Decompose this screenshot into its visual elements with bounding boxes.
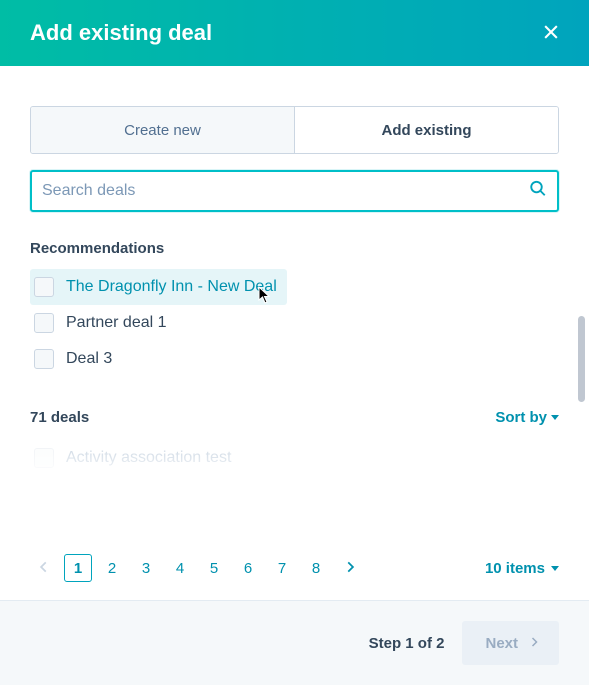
pager-page-button[interactable]: 7: [268, 554, 296, 582]
recommendation-item[interactable]: Partner deal 1: [30, 305, 559, 341]
chevron-right-icon: [343, 560, 357, 577]
checkbox[interactable]: [34, 448, 54, 468]
step-indicator: Step 1 of 2: [369, 635, 445, 652]
pager-page-button[interactable]: 2: [98, 554, 126, 582]
pager-prev-button[interactable]: [30, 554, 58, 582]
dialog-body: Create new Add existing Recommendations …: [0, 66, 589, 600]
search-icon: [529, 180, 547, 203]
pagination: 1 2 3 4 5 6 7 8: [30, 554, 364, 582]
next-button-label: Next: [485, 635, 518, 652]
close-button[interactable]: [537, 19, 565, 47]
chevron-left-icon: [37, 560, 51, 577]
dialog-title: Add existing deal: [30, 20, 212, 46]
deals-count-label: 71 deals: [30, 409, 89, 426]
search-input[interactable]: [30, 170, 559, 212]
dialog-header: Add existing deal: [0, 0, 589, 66]
tab-create-new[interactable]: Create new: [31, 107, 295, 153]
items-per-page-dropdown[interactable]: 10 items: [485, 560, 559, 577]
recommendations-list: The Dragonfly Inn - New Deal Partner dea…: [30, 269, 559, 377]
pager-page-button[interactable]: 1: [64, 554, 92, 582]
recommendation-label: The Dragonfly Inn - New Deal: [66, 278, 277, 296]
recommendations-heading: Recommendations: [30, 240, 559, 257]
caret-down-icon: [551, 415, 559, 420]
scrollbar-thumb[interactable]: [578, 316, 585, 402]
recommendation-item[interactable]: The Dragonfly Inn - New Deal: [30, 269, 287, 305]
pager-page-button[interactable]: 5: [200, 554, 228, 582]
deals-list-peek: Activity association test: [30, 448, 559, 488]
deals-header-row: 71 deals Sort by: [30, 409, 559, 426]
deal-item[interactable]: Activity association test: [30, 448, 559, 468]
tab-add-existing[interactable]: Add existing: [295, 107, 558, 153]
recommendation-label: Partner deal 1: [66, 314, 167, 332]
sort-by-dropdown[interactable]: Sort by: [495, 409, 559, 426]
pagination-row: 1 2 3 4 5 6 7 8 10 items: [30, 554, 559, 582]
checkbox[interactable]: [34, 349, 54, 369]
caret-down-icon: [551, 566, 559, 571]
dialog-footer: Step 1 of 2 Next: [0, 600, 589, 685]
add-existing-deal-dialog: Add existing deal Create new Add existin…: [0, 0, 589, 685]
recommendation-item[interactable]: Deal 3: [30, 341, 559, 377]
recommendation-label: Deal 3: [66, 350, 112, 368]
pager-page-button[interactable]: 3: [132, 554, 160, 582]
close-icon: [541, 22, 561, 45]
sort-by-label: Sort by: [495, 409, 547, 426]
checkbox[interactable]: [34, 277, 54, 297]
next-button[interactable]: Next: [462, 621, 559, 665]
checkbox[interactable]: [34, 313, 54, 333]
chevron-right-icon: [528, 635, 540, 652]
search-field-wrap: [30, 170, 559, 212]
pager-page-button[interactable]: 4: [166, 554, 194, 582]
pager-next-button[interactable]: [336, 554, 364, 582]
pager-page-button[interactable]: 8: [302, 554, 330, 582]
deal-label: Activity association test: [66, 449, 231, 467]
tab-group: Create new Add existing: [30, 106, 559, 154]
items-per-page-label: 10 items: [485, 560, 545, 577]
pager-page-button[interactable]: 6: [234, 554, 262, 582]
